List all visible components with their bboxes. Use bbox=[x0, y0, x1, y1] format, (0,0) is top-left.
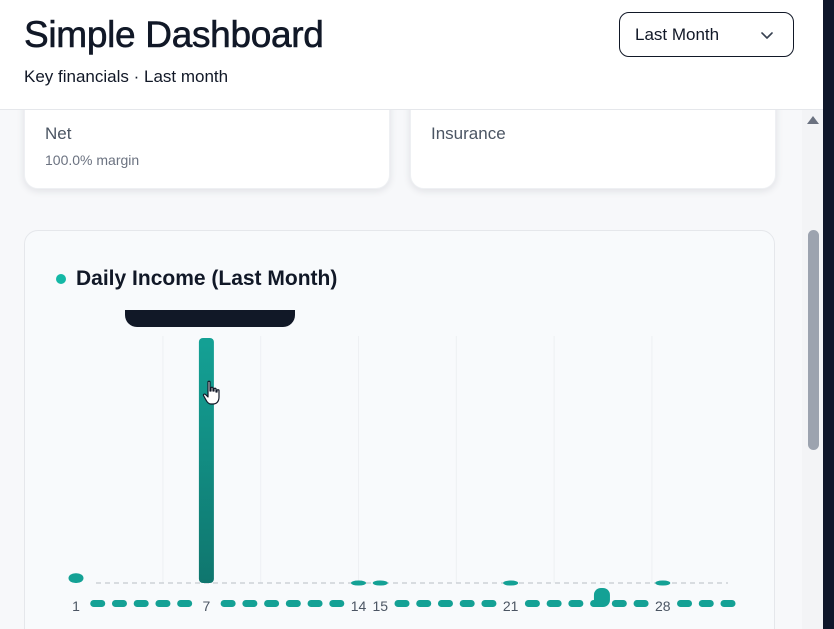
scrollbar[interactable] bbox=[802, 110, 823, 629]
tick-label-15: 15 bbox=[372, 598, 388, 614]
bar-day-28 bbox=[655, 580, 671, 586]
scroll-up-arrow-icon[interactable] bbox=[807, 116, 819, 124]
day-pill-13 bbox=[329, 600, 345, 607]
day-pill-27 bbox=[633, 600, 649, 607]
day-pill-8 bbox=[220, 600, 236, 607]
daily-income-chart[interactable]: 1 7 14 15 21 28 bbox=[25, 231, 776, 629]
tick-label-7: 7 bbox=[203, 598, 211, 614]
day-pill-9 bbox=[242, 600, 258, 607]
bar-day-21 bbox=[503, 580, 519, 586]
day-pill-10 bbox=[264, 600, 280, 607]
day-pill-20 bbox=[481, 600, 497, 607]
day-pill-raised bbox=[593, 588, 610, 607]
day-pill-17 bbox=[416, 600, 432, 607]
chevron-down-icon bbox=[761, 32, 773, 39]
insurance-label: Insurance bbox=[431, 124, 506, 143]
date-range-select[interactable]: Last Month bbox=[619, 12, 794, 57]
page-subtitle: Key financials · Last month bbox=[24, 67, 229, 86]
day-pill-12 bbox=[307, 600, 323, 607]
net-margin: 100.0% margin bbox=[45, 152, 140, 168]
header: Simple Dashboard Key financials · Last m… bbox=[0, 0, 823, 110]
net-label: Net bbox=[45, 124, 72, 143]
day-pill-18 bbox=[437, 600, 453, 607]
day-pill-19 bbox=[459, 600, 475, 607]
daily-income-chart-card: Daily Income (Last Month) 1 7 14 15 21 28 bbox=[24, 230, 775, 629]
tick-label-1: 1 bbox=[72, 598, 80, 614]
day-pill-3 bbox=[111, 600, 127, 607]
bar-day-15 bbox=[372, 580, 388, 586]
day-pill-31 bbox=[720, 600, 736, 607]
day-pill-11 bbox=[285, 600, 301, 607]
tick-label-14: 14 bbox=[351, 598, 367, 614]
bar-day-1 bbox=[68, 573, 84, 583]
tick-label-21: 21 bbox=[503, 598, 519, 614]
day-pill-23 bbox=[546, 600, 562, 607]
day-pill-6 bbox=[177, 600, 193, 607]
day-pill-26 bbox=[611, 600, 627, 607]
day-pill-5 bbox=[155, 600, 171, 607]
bar-day-7 bbox=[198, 338, 214, 583]
page-title: Simple Dashboard bbox=[24, 14, 324, 56]
day-pill-29 bbox=[677, 600, 693, 607]
scroll-thumb[interactable] bbox=[808, 230, 819, 450]
window-edge bbox=[823, 0, 834, 629]
day-pill-16 bbox=[394, 600, 410, 607]
day-pill-4 bbox=[133, 600, 149, 607]
day-pill-2 bbox=[90, 600, 106, 607]
day-pill-24 bbox=[568, 600, 584, 607]
day-pill-22 bbox=[524, 600, 540, 607]
day-pill-30 bbox=[698, 600, 714, 607]
tick-label-28: 28 bbox=[655, 598, 671, 614]
date-range-value: Last Month bbox=[635, 24, 720, 44]
bar-day-14 bbox=[351, 580, 367, 586]
hand-cursor-icon bbox=[202, 380, 220, 405]
